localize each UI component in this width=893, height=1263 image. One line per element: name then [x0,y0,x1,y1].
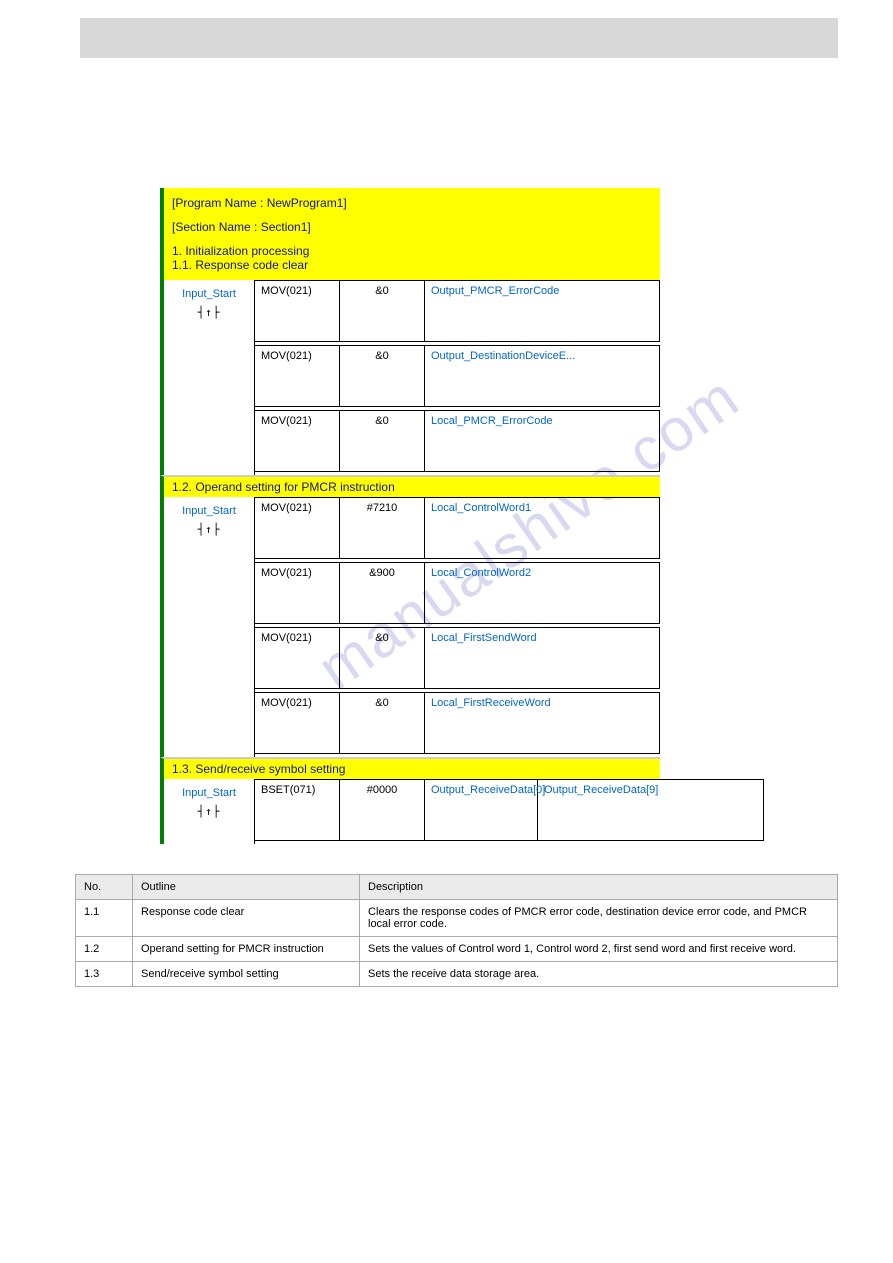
operand-value: #0000 [340,780,425,840]
opcode: MOV(021) [255,281,340,341]
symbol-target: Output_ReceiveData[0] [425,780,538,840]
instruction-row: MOV(021) &0 Output_DestinationDeviceE... [255,345,660,407]
instruction-row: MOV(021) #7210 Local_ControlWord1 [255,497,660,559]
symbol-target: Output_PMCR_ErrorCode [425,281,537,341]
table-cell-no: 1.1 [76,900,133,937]
contact-label: Input_Start [164,787,254,799]
contact-label: Input_Start [164,288,254,300]
table-cell-outline: Operand setting for PMCR instruction [133,937,360,962]
opcode: MOV(021) [255,693,340,753]
rung-1-3: Input_Start ┤↑├ BSET(071) #0000 Output_R… [160,779,764,844]
heading-1-1: 1.1. Response code clear [172,258,652,272]
heading-1-2: 1.2. Operand setting for PMCR instructio… [160,475,660,497]
contact-label: Input_Start [164,505,254,517]
rising-edge-contact-icon: ┤↑├ [164,306,254,319]
table-header-desc: Description [360,875,838,900]
opcode: BSET(071) [255,780,340,840]
rising-edge-contact-icon: ┤↑├ [164,805,254,818]
operand-value: &0 [340,281,425,341]
symbol-target: Output_DestinationDeviceE... [425,346,537,406]
table-row: 1.2 Operand setting for PMCR instruction… [76,937,838,962]
section-name: [Section Name : Section1] [172,220,652,234]
opcode: MOV(021) [255,411,340,471]
program-name: [Program Name : NewProgram1] [172,196,652,210]
operand-value: &0 [340,693,425,753]
instruction-row: MOV(021) &0 Local_FirstSendWord [255,627,660,689]
program-header: [Program Name : NewProgram1] [Section Na… [160,188,660,280]
instruction-row: BSET(071) #0000 Output_ReceiveData[0] Ou… [255,779,764,841]
symbol-target-2: Output_ReceiveData[9] [538,780,650,840]
instruction-row: MOV(021) &0 Local_FirstReceiveWord [255,692,660,754]
operand-value: #7210 [340,498,425,558]
instruction-row: MOV(021) &0 Output_PMCR_ErrorCode [255,280,660,342]
table-header-outline: Outline [133,875,360,900]
table-cell-desc: Sets the values of Control word 1, Contr… [360,937,838,962]
rising-edge-contact-icon: ┤↑├ [164,523,254,536]
table-cell-desc: Clears the response codes of PMCR error … [360,900,838,937]
opcode: MOV(021) [255,628,340,688]
table-row: 1.3 Send/receive symbol setting Sets the… [76,962,838,987]
symbol-target: Local_ControlWord2 [425,563,537,623]
heading-1: 1. Initialization processing [172,244,652,258]
rung-left-1-1: Input_Start ┤↑├ [164,280,255,475]
instruction-row: MOV(021) &900 Local_ControlWord2 [255,562,660,624]
table-cell-outline: Response code clear [133,900,360,937]
operand-value: &0 [340,628,425,688]
opcode: MOV(021) [255,346,340,406]
operand-value: &0 [340,346,425,406]
symbol-target: Local_FirstReceiveWord [425,693,537,753]
table-header-no: No. [76,875,133,900]
symbol-target: Local_ControlWord1 [425,498,537,558]
ladder-diagram: [Program Name : NewProgram1] [Section Na… [160,188,660,844]
opcode: MOV(021) [255,563,340,623]
rung-1-2: Input_Start ┤↑├ MOV(021) #7210 Local_Con… [160,497,660,757]
table-cell-desc: Sets the receive data storage area. [360,962,838,987]
table-row: 1.1 Response code clear Clears the respo… [76,900,838,937]
opcode: MOV(021) [255,498,340,558]
rung-1-1: Input_Start ┤↑├ MOV(021) &0 Output_PMCR_… [160,280,660,475]
instruction-row: MOV(021) &0 Local_PMCR_ErrorCode [255,410,660,472]
symbol-target: Local_FirstSendWord [425,628,537,688]
rung-left-1-3: Input_Start ┤↑├ [164,779,255,844]
operand-value: &0 [340,411,425,471]
operand-value: &900 [340,563,425,623]
symbol-target: Local_PMCR_ErrorCode [425,411,537,471]
table-cell-no: 1.3 [76,962,133,987]
table-cell-outline: Send/receive symbol setting [133,962,360,987]
rung-left-1-2: Input_Start ┤↑├ [164,497,255,757]
description-table: No. Outline Description 1.1 Response cod… [75,874,838,987]
table-cell-no: 1.2 [76,937,133,962]
top-bar [80,18,838,58]
heading-1-3: 1.3. Send/receive symbol setting [160,757,660,779]
